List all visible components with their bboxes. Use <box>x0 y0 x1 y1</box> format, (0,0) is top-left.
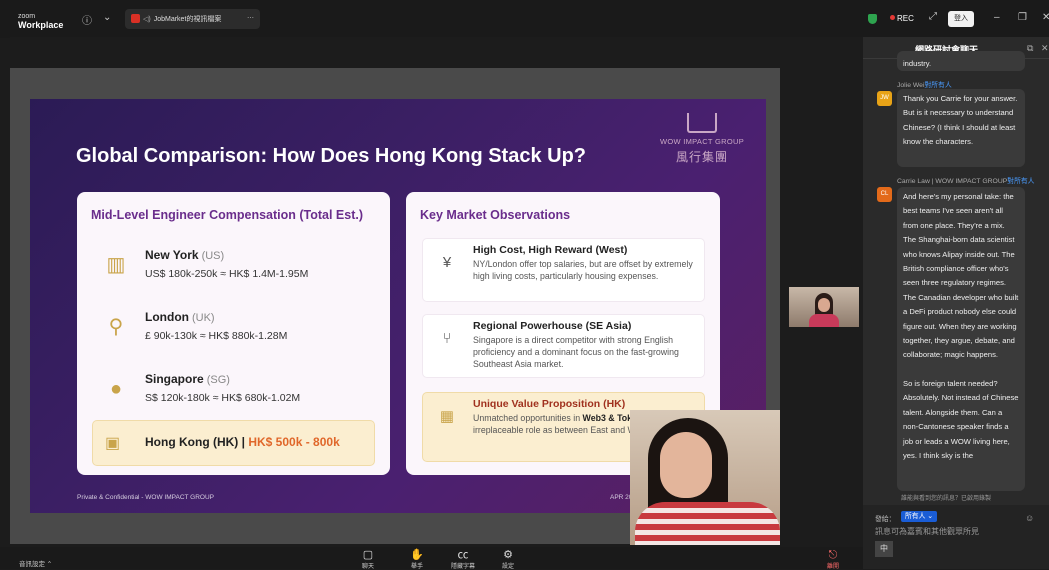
building-icon: ▥ <box>106 254 126 276</box>
city-code: (SG) <box>206 374 230 386</box>
emoji-icon[interactable]: ☺ <box>1025 513 1034 523</box>
branch-icon: ⑂ <box>442 330 452 347</box>
wallet-icon: ▣ <box>105 435 121 452</box>
slide-footer-left: Private & Confidential - WOW IMPACT GROU… <box>77 494 215 501</box>
minimize-icon[interactable]: – <box>994 12 1000 23</box>
visibility-notice[interactable]: 誰能與看到您的訊息？已啟用錄製 <box>901 493 991 502</box>
more-icon[interactable]: ⋯ <box>247 14 254 22</box>
observation-west: ¥ High Cost, High Reward (West) NY/Londo… <box>422 238 705 302</box>
city-salary: US$ 180k-250k ≈ HK$ 1.4M-1.95M <box>145 268 309 280</box>
close-chat-icon[interactable]: ✕ <box>1041 43 1049 54</box>
rec-indicator: REC <box>890 14 914 23</box>
chat-button[interactable]: ▢ 聊天 <box>348 549 388 570</box>
observation-heading: Unique Value Proposition (HK) <box>473 398 626 410</box>
previous-message-fragment: industry. <box>897 51 1025 71</box>
send-to-label: 發給： <box>875 516 896 523</box>
hk-value: HK$ 500k - 800k <box>248 435 340 449</box>
message-sender: Carrie Law | WOW IMPACT GROUP對所有人 <box>897 178 1035 185</box>
login-button[interactable]: 登入 <box>948 11 974 27</box>
observations-heading: Key Market Observations <box>420 208 571 222</box>
hong-kong-highlight: ▣ Hong Kong (HK) | HK$ 500k - 800k <box>92 420 375 466</box>
speaker-icon: ◁) <box>143 16 151 23</box>
city-salary: S$ 120k-180k ≈ HK$ 680k-1.02M <box>145 392 301 404</box>
expand-icon[interactable]: ⤢ <box>929 11 937 22</box>
popout-icon[interactable]: ⧉ <box>1027 43 1033 54</box>
leave-icon: ⎋ <box>828 549 838 561</box>
hand-icon: ✋ <box>410 549 424 561</box>
pin-icon: ⚲ <box>108 316 124 338</box>
pdf-icon <box>131 14 140 23</box>
avatar: CL <box>877 187 892 202</box>
ime-indicator[interactable]: 中 <box>875 541 893 557</box>
observation-text: Singapore is a direct competitor with st… <box>473 335 679 369</box>
globe-icon: ● <box>109 378 123 400</box>
presenter-video <box>630 410 780 545</box>
message-sender: Jolie Wei對所有人 <box>897 82 952 89</box>
zoom-logo: zoom Workplace <box>18 12 63 30</box>
chat-icon: ▢ <box>362 549 374 561</box>
restore-icon[interactable]: ❐ <box>1018 12 1027 23</box>
raise-hand-button[interactable]: ✋ 舉手 <box>397 549 437 570</box>
brand-mark <box>687 113 717 133</box>
gear-icon: ⚙ <box>503 549 513 561</box>
observation-se-asia: ⑂ Regional Powerhouse (SE Asia) Singapor… <box>422 314 705 378</box>
hk-label: Hong Kong (HK) | <box>145 435 245 449</box>
chat-panel: 網路研討會聊天 ⧉ ✕ industry. Jolie Wei對所有人 JW T… <box>863 37 1049 569</box>
title-bar: zoom Workplace ⓘ ⌄ ◁) JobMarket的視訊檔案 ⋯ RE… <box>0 0 1049 38</box>
chat-compose: 發給： 所有人 ⌄ ☺ 訊息可為嘉賓和其他觀眾所見 中 <box>863 505 1049 569</box>
city-salary: £ 90k-130k ≈ HK$ 880k-1.28M <box>145 330 288 342</box>
brand-zh: 風行集團 <box>675 150 728 164</box>
city-name: London <box>145 310 189 324</box>
city-code: (UK) <box>191 312 215 324</box>
tab-title: JobMarket的視訊檔案 <box>153 16 222 23</box>
info-icon[interactable]: ⓘ <box>82 12 92 27</box>
observation-heading: High Cost, High Reward (West) <box>473 244 628 256</box>
brand-logo: WOW IMPACT GROUP 風行集團 <box>647 113 757 165</box>
document-tab[interactable]: ◁) JobMarket的視訊檔案 ⋯ <box>125 9 260 29</box>
audio-settings-button[interactable]: 音訊設定 ⌃ <box>19 558 52 568</box>
shield-icon[interactable] <box>868 14 877 24</box>
avatar: JW <box>877 91 892 106</box>
rec-label: REC <box>897 14 914 23</box>
slide-title: Global Comparison: How Does Hong Kong St… <box>76 145 587 167</box>
close-icon[interactable]: ✕ <box>1042 12 1049 23</box>
city-code: (US) <box>201 250 225 262</box>
leave-button[interactable]: ⎋ 離開 <box>813 549 853 570</box>
chat-message: Thank you Carrie for your answer. But is… <box>897 89 1025 167</box>
brand-en: WOW IMPACT GROUP <box>659 137 745 146</box>
speaker-thumbnail[interactable] <box>789 287 859 327</box>
chat-input[interactable]: 訊息可為嘉賓和其他觀眾所見 <box>875 526 979 537</box>
send-to-dropdown[interactable]: 所有人 ⌄ <box>901 511 937 522</box>
chat-message: And here's my personal take: the best te… <box>897 187 1025 491</box>
captions-button[interactable]: ㏄隱藏字幕 <box>443 549 483 570</box>
settings-button[interactable]: ⚙ 設定 <box>488 549 528 570</box>
currency-icon: ¥ <box>442 254 452 271</box>
observation-heading: Regional Powerhouse (SE Asia) <box>473 320 632 332</box>
observation-text: NY/London offer top salaries, but are of… <box>473 259 693 281</box>
meeting-toolbar: 音訊設定 ⌃ ▢ 聊天 ✋ 舉手 ㏄隱藏字幕 ⚙ 設定 ⎋ 離開 <box>0 547 863 570</box>
audio-label: 音訊設定 <box>19 561 45 568</box>
brand-name: Workplace <box>18 20 64 30</box>
city-name: New York <box>145 248 199 262</box>
compensation-heading: Mid-Level Engineer Compensation (Total E… <box>91 208 364 222</box>
compensation-card: Mid-Level Engineer Compensation (Total E… <box>77 192 390 475</box>
city-name: Singapore <box>145 372 204 386</box>
chip-icon: ▦ <box>439 408 455 425</box>
chevron-down-icon[interactable]: ⌄ <box>103 12 111 23</box>
cc-icon: ㏄ <box>457 549 469 561</box>
